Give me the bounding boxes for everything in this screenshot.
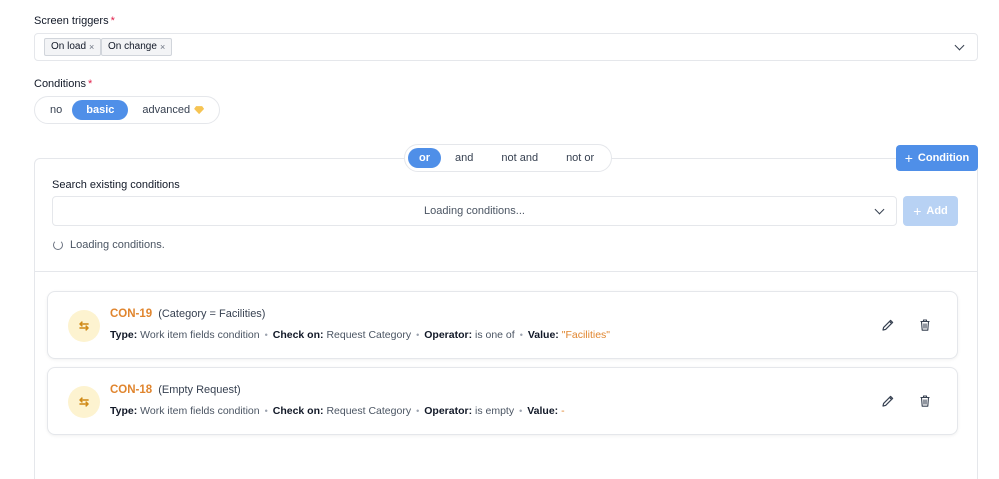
mode-no[interactable]: no — [38, 100, 72, 120]
condition-title: CON-18 (Empty Request) — [110, 384, 241, 396]
edit-pencil-icon[interactable] — [881, 394, 895, 408]
conditions-label-text: Conditions — [34, 78, 86, 90]
value-value: - — [561, 405, 565, 417]
trash-icon[interactable] — [918, 318, 932, 332]
swap-icon: ⇆ — [68, 386, 100, 418]
condition-card: ⇆ CON-18 (Empty Request) Type: Work item … — [47, 367, 958, 435]
logic-and[interactable]: and — [441, 148, 487, 168]
logic-or[interactable]: or — [408, 148, 441, 168]
value-label: Value: — [527, 329, 559, 341]
loading-text: Loading conditions. — [70, 239, 165, 251]
condition-title: CON-19 (Category = Facilities) — [110, 308, 265, 320]
tag-label: On change — [108, 41, 157, 52]
search-label: Search existing conditions — [52, 179, 180, 191]
operator-value: is one of — [475, 329, 515, 341]
operator-label: Operator: — [424, 329, 473, 341]
mode-advanced-label: advanced — [142, 104, 191, 116]
separator-dot: • — [264, 406, 268, 416]
trash-icon[interactable] — [918, 394, 932, 408]
condition-id[interactable]: CON-19 — [110, 308, 152, 320]
edit-pencil-icon[interactable] — [881, 318, 895, 332]
loading-spinner-icon — [53, 240, 63, 250]
plus-icon: + — [913, 203, 922, 219]
required-mark: * — [110, 15, 115, 27]
logic-operator-toggle: or and not and not or — [404, 144, 613, 172]
logic-not-and[interactable]: not and — [487, 148, 552, 168]
search-placeholder: Loading conditions... — [424, 205, 525, 217]
check-label: Check on: — [272, 329, 324, 341]
add-condition-button[interactable]: + Condition — [896, 145, 978, 171]
conditions-label: Conditions * — [34, 78, 92, 90]
required-mark: * — [87, 78, 93, 90]
condition-meta: Type: Work item fields condition • Check o… — [110, 329, 610, 341]
condition-meta: Type: Work item fields condition • Check o… — [110, 405, 565, 417]
chevron-down-icon[interactable] — [954, 40, 965, 51]
screen-triggers-label-text: Screen triggers — [34, 15, 109, 27]
separator-dot: • — [416, 330, 420, 340]
condition-desc: (Empty Request) — [158, 384, 241, 396]
conditions-mode-toggle: no basic advanced — [34, 96, 221, 124]
separator-dot: • — [519, 330, 523, 340]
tag-on-change: On change × — [101, 38, 173, 56]
type-label: Type: — [110, 329, 138, 341]
logic-not-or[interactable]: not or — [552, 148, 608, 168]
type-label: Type: — [110, 405, 138, 417]
mode-advanced[interactable]: advanced — [128, 100, 216, 120]
condition-desc: (Category = Facilities) — [158, 308, 266, 320]
operator-label: Operator: — [424, 405, 473, 417]
separator-dot: • — [416, 406, 420, 416]
value-label: Value: — [527, 405, 559, 417]
tag-remove-icon[interactable]: × — [89, 39, 94, 55]
check-value: Request Category — [326, 405, 412, 417]
separator-dot: • — [519, 406, 523, 416]
panel-divider — [34, 271, 978, 272]
type-value: Work item fields condition — [140, 405, 260, 417]
swap-icon: ⇆ — [68, 310, 100, 342]
premium-diamond-icon — [194, 106, 205, 115]
add-button-label: Add — [926, 205, 948, 217]
operator-value: is empty — [475, 405, 515, 417]
condition-id[interactable]: CON-18 — [110, 384, 152, 396]
add-condition-label: Condition — [917, 152, 970, 164]
check-value: Request Category — [326, 329, 412, 341]
screen-triggers-label: Screen triggers * — [34, 15, 115, 27]
condition-card: ⇆ CON-19 (Category = Facilities) Type: Wo… — [47, 291, 958, 359]
check-label: Check on: — [272, 405, 324, 417]
value-value: "Facilities" — [561, 329, 611, 341]
tag-label: On load — [51, 41, 87, 52]
mode-basic[interactable]: basic — [72, 100, 129, 120]
screen-triggers-select[interactable]: On load × On change × — [34, 33, 978, 61]
tag-on-load: On load × — [44, 38, 102, 56]
add-button[interactable]: + Add — [903, 196, 958, 226]
type-value: Work item fields condition — [140, 329, 260, 341]
tag-remove-icon[interactable]: × — [160, 39, 165, 55]
separator-dot: • — [264, 330, 268, 340]
plus-icon: + — [904, 150, 913, 166]
search-conditions-select[interactable]: Loading conditions... — [52, 196, 897, 226]
